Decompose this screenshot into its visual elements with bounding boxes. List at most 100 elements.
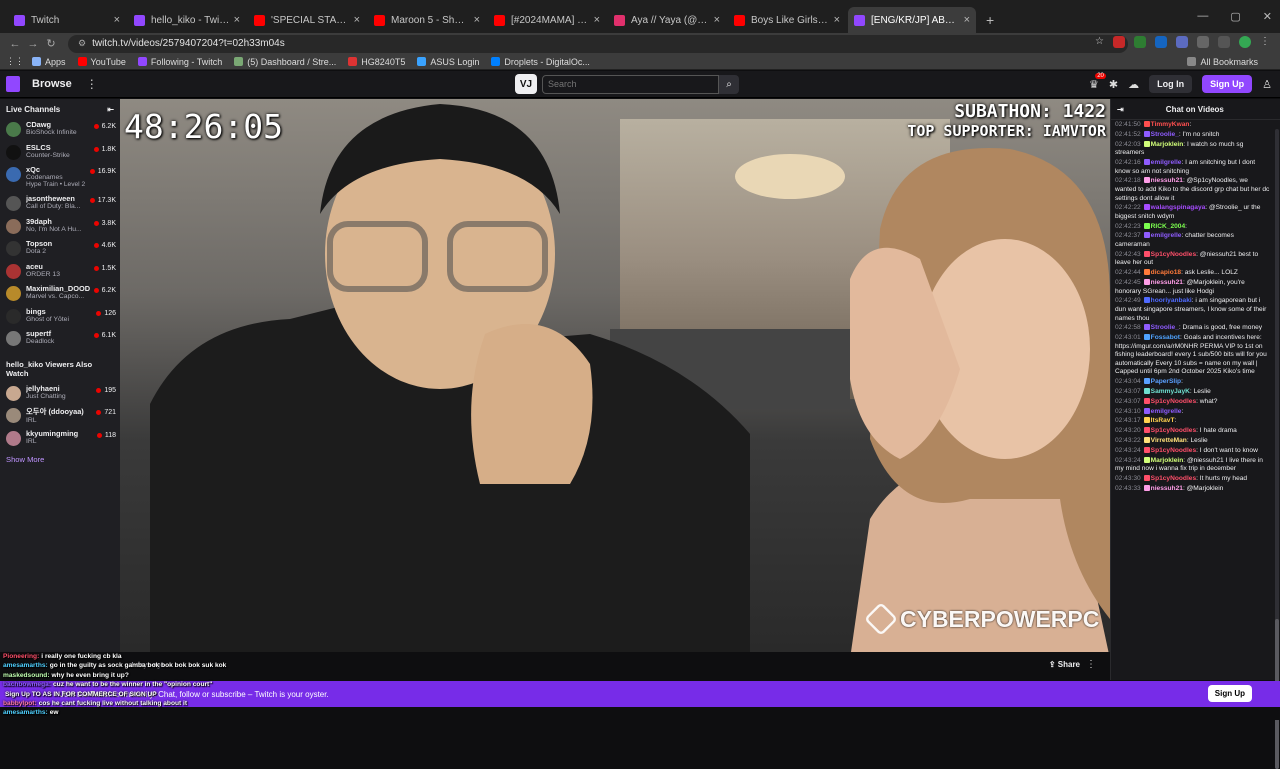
- site-info-icon[interactable]: ⚙: [78, 38, 86, 49]
- extension-icon[interactable]: [1113, 36, 1125, 48]
- login-button[interactable]: Log In: [1149, 75, 1193, 93]
- all-bookmarks[interactable]: All Bookmarks: [1187, 57, 1258, 67]
- extension-icon[interactable]: [1134, 36, 1146, 48]
- bookmark-item[interactable]: Apps: [32, 57, 66, 67]
- sidebar-channel[interactable]: 39daph No, I'm Not A Hu... 3.8K: [0, 215, 120, 238]
- chat-username[interactable]: Sp1cyNoodles: [1151, 251, 1196, 258]
- sidebar-channel[interactable]: bings Ghost of Yōtei 126: [0, 305, 120, 328]
- chat-username[interactable]: emilgrelle: [1151, 408, 1182, 415]
- browser-tab[interactable]: Maroon 5 - She Will Be Loved ×: [368, 7, 486, 33]
- sidepanel-icon[interactable]: [1218, 36, 1230, 48]
- minimize-icon[interactable]: —: [1197, 10, 1208, 23]
- browser-tab[interactable]: hello_kiko - Twitch ×: [128, 7, 246, 33]
- chat-username[interactable]: RICK_2004: [1151, 223, 1185, 230]
- video-more-icon[interactable]: ⋮: [1086, 659, 1096, 670]
- chat-username[interactable]: ItsRavT: [1151, 417, 1175, 424]
- back-icon[interactable]: ←: [6, 38, 24, 50]
- bookmark-item[interactable]: Droplets - DigitalOc...: [491, 57, 590, 67]
- vj-extension-button[interactable]: VJ: [515, 74, 537, 94]
- chat-username[interactable]: hooriyanbaki: [1151, 297, 1192, 304]
- collapse-chat-icon[interactable]: ⇥: [1117, 105, 1124, 114]
- more-menu-icon[interactable]: ⋮: [86, 77, 98, 91]
- sidebar-channel[interactable]: aceu ORDER 13 1.5K: [0, 260, 120, 283]
- browser-tab[interactable]: [#2024MAMA] G-DRAGON - U ×: [488, 7, 606, 33]
- address-bar[interactable]: ⚙ twitch.tv/videos/2579407204?t=02h33m04…: [68, 34, 1128, 53]
- video-player[interactable]: 48:26:05 SUBATHON: 1422 TOP SUPPORTER: I…: [120, 99, 1110, 652]
- bookmark-item[interactable]: ASUS Login: [417, 57, 479, 67]
- sidebar-channel[interactable]: kkyumingming IRL 118: [0, 427, 120, 450]
- chat-username[interactable]: Marjoklein: [1151, 141, 1184, 148]
- forward-icon[interactable]: →: [24, 38, 42, 50]
- chat-username[interactable]: emilgrelle: [1151, 159, 1182, 166]
- chat-username[interactable]: SammyJayK: [1151, 388, 1190, 395]
- browser-tab[interactable]: Twitch ×: [8, 7, 126, 33]
- cloud-icon[interactable]: ☁: [1128, 78, 1139, 91]
- chat-username[interactable]: Stroolie_: [1151, 324, 1179, 331]
- prime-crown-icon[interactable]: ♛ 20: [1089, 72, 1106, 91]
- sidebar-channel[interactable]: jellyhaeni Just Chatting 195: [0, 382, 120, 405]
- apps-grid-icon[interactable]: ⋮⋮: [6, 56, 24, 67]
- tab-close-icon[interactable]: ×: [714, 14, 720, 26]
- browser-tab[interactable]: Boys Like Girls - The Great Esca ×: [728, 7, 846, 33]
- show-more-link[interactable]: Show More: [0, 449, 120, 470]
- browser-tab[interactable]: 'SPECIAL STAGE' RESCENE - Imi ×: [248, 7, 366, 33]
- bookmark-item[interactable]: YouTube: [77, 57, 126, 67]
- search-icon[interactable]: ⌕: [719, 74, 739, 94]
- close-window-icon[interactable]: ✕: [1263, 10, 1272, 23]
- profile-avatar[interactable]: [1239, 36, 1251, 48]
- browse-link[interactable]: Browse: [32, 78, 72, 90]
- maximize-icon[interactable]: ▢: [1230, 10, 1240, 23]
- share-button[interactable]: ⇪ Share: [1049, 660, 1080, 669]
- chat-username[interactable]: Sp1cyNoodles: [1151, 427, 1196, 434]
- tab-close-icon[interactable]: ×: [834, 14, 840, 26]
- extension-icon[interactable]: [1176, 36, 1188, 48]
- menu-icon[interactable]: ⋮: [1260, 36, 1270, 48]
- chat-username[interactable]: niessuh21: [1151, 279, 1183, 286]
- user-icon[interactable]: ♙: [1262, 78, 1272, 91]
- extensions-puzzle-icon[interactable]: [1197, 36, 1209, 48]
- bookmark-item[interactable]: HG8240T5: [348, 57, 405, 67]
- chat-username[interactable]: dicapio18: [1151, 269, 1181, 276]
- bookmark-star-icon[interactable]: ☆: [1095, 36, 1104, 48]
- bookmark-item[interactable]: Following - Twitch: [137, 57, 222, 67]
- chat-username[interactable]: niessuh21: [1151, 485, 1183, 492]
- sidebar-channel[interactable]: ESLCS Counter-Strike 1.8K: [0, 141, 120, 164]
- chat-username[interactable]: VirretteMan: [1151, 437, 1187, 444]
- chat-username[interactable]: Stroolie_: [1151, 131, 1179, 138]
- chat-username[interactable]: emilgrelle: [1151, 232, 1182, 239]
- chat-username[interactable]: niessuh21: [1151, 177, 1183, 184]
- chat-username[interactable]: Sp1cyNoodles: [1151, 475, 1196, 482]
- extension-icon[interactable]: [1155, 36, 1167, 48]
- chat-messages[interactable]: 02:41:50 TimmyKwan: 02:41:52 Stroolie_: I'm…: [1111, 121, 1273, 677]
- tab-close-icon[interactable]: ×: [964, 14, 970, 26]
- tab-close-icon[interactable]: ×: [354, 14, 360, 26]
- bookmark-item[interactable]: (5) Dashboard / Stre...: [234, 57, 336, 67]
- extension-icon[interactable]: ✱: [1109, 78, 1118, 91]
- chat-username[interactable]: Sp1cyNoodles: [1151, 398, 1196, 405]
- chat-username[interactable]: walangspinagaya: [1151, 204, 1206, 211]
- sidebar-channel[interactable]: xQc Codenames Hype Train • Level 2 16.9K: [0, 163, 120, 192]
- tab-close-icon[interactable]: ×: [234, 14, 240, 26]
- chat-username[interactable]: Sp1cyNoodles: [1151, 447, 1196, 454]
- chat-username[interactable]: Fossabot: [1151, 334, 1180, 341]
- sidebar-channel[interactable]: Maximilian_DOOD Marvel vs. Capco... 6.2K: [0, 282, 120, 305]
- tab-close-icon[interactable]: ×: [114, 14, 120, 26]
- browser-tab[interactable]: Aya // Yaya (@a_y_a_n_o_) • In ×: [608, 7, 726, 33]
- banner-signup-button[interactable]: Sign Up: [1207, 685, 1252, 702]
- sidebar-channel[interactable]: Topson Dota 2 4.6K: [0, 237, 120, 260]
- tab-close-icon[interactable]: ×: [474, 14, 480, 26]
- new-tab-button[interactable]: +: [978, 12, 1002, 33]
- twitch-logo-icon[interactable]: [6, 76, 20, 92]
- sidebar-channel[interactable]: 오두아 (ddooyaa) IRL 721: [0, 404, 120, 427]
- collapse-sidebar-icon[interactable]: ⇤: [107, 105, 114, 114]
- sidebar-channel[interactable]: jasontheween Call of Duty: Bla... 17.3K: [0, 192, 120, 215]
- signup-button[interactable]: Sign Up: [1202, 75, 1253, 93]
- sidebar-channel[interactable]: CDawg BioShock Infinite 6.2K: [0, 118, 120, 141]
- chat-username[interactable]: Marjoklein: [1151, 457, 1184, 464]
- reload-icon[interactable]: ↻: [42, 37, 60, 50]
- search-input[interactable]: [542, 74, 719, 94]
- chat-username[interactable]: TimmyKwan: [1151, 121, 1190, 128]
- browser-tab[interactable]: [ENG/KR/JP] ABG KIKO DAY ×: [848, 7, 976, 33]
- chat-username[interactable]: PaperSlip: [1151, 378, 1181, 385]
- sidebar-channel[interactable]: supertf Deadlock 6.1K: [0, 327, 120, 350]
